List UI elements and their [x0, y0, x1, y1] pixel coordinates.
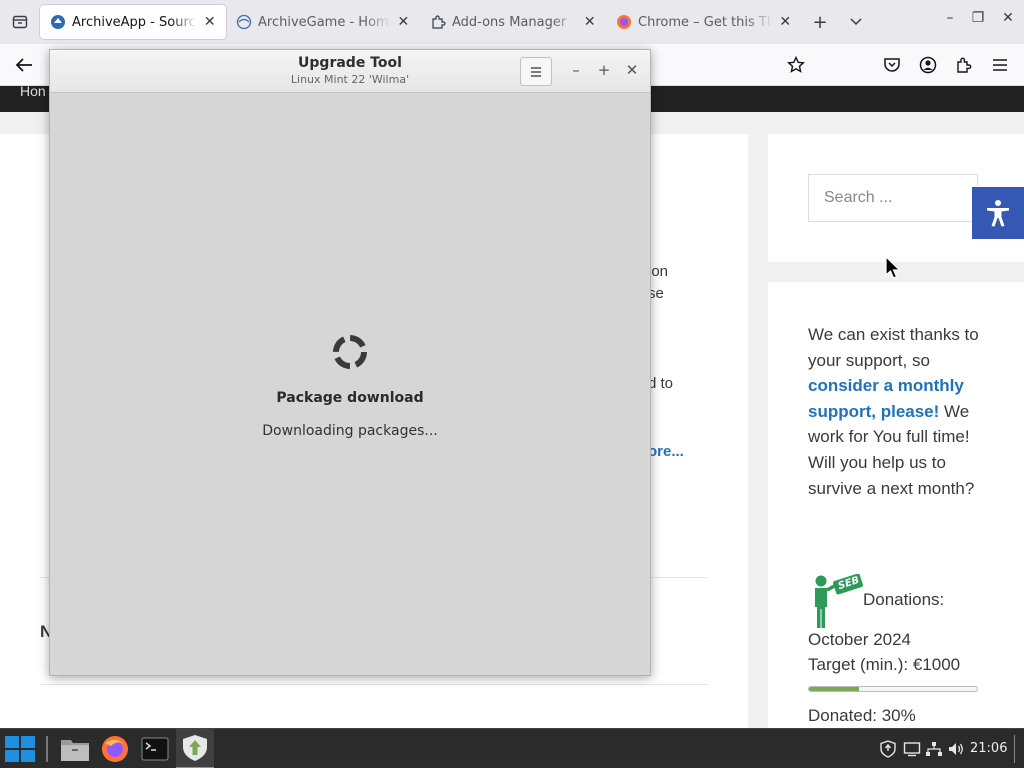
taskbar: 21:06	[0, 728, 1024, 768]
shield-upgrade-icon	[183, 735, 207, 761]
window-title: Upgrade Tool	[298, 55, 402, 71]
mouse-cursor-icon	[884, 255, 904, 285]
tab-archiveapp[interactable]: ArchiveApp - Source of ✕	[40, 5, 226, 39]
hamburger-menu-icon[interactable]	[990, 55, 1010, 75]
taskbar-separator	[46, 729, 48, 768]
donation-progress-fill	[809, 687, 860, 691]
accessibility-button[interactable]	[972, 187, 1024, 239]
firefox-icon	[102, 736, 128, 762]
donation-progress-bar	[808, 686, 978, 692]
close-tab-icon[interactable]: ✕	[397, 14, 410, 30]
tab-title: Add-ons Manager	[452, 14, 567, 30]
back-arrow-icon[interactable]	[14, 55, 34, 75]
tab-title: ArchiveGame - Home	[258, 14, 391, 30]
folder-icon	[61, 740, 89, 761]
account-icon[interactable]	[918, 55, 938, 75]
puzzle-favicon-icon	[430, 14, 446, 30]
download-status: Downloading packages...	[262, 423, 438, 439]
terminal-launcher[interactable]	[136, 729, 174, 768]
window-menu-button[interactable]	[520, 57, 552, 86]
file-manager-launcher[interactable]	[56, 729, 94, 768]
globe-favicon-icon	[236, 14, 252, 30]
close-icon[interactable]: ✕	[623, 61, 641, 79]
restore-window-icon[interactable]: ❐	[966, 10, 990, 26]
support-message: We can exist thanks to your support, so …	[808, 322, 998, 501]
new-tab-icon[interactable]: +	[802, 12, 838, 33]
close-window-icon[interactable]: ✕	[996, 10, 1020, 26]
windows-logo-icon	[5, 736, 35, 762]
archiveapp-favicon-icon	[50, 14, 66, 30]
volume-tray-icon[interactable]	[946, 739, 966, 759]
firefox-launcher[interactable]	[96, 729, 134, 768]
firefox-favicon-icon	[616, 14, 632, 30]
show-desktop-edge[interactable]	[1014, 735, 1015, 763]
close-tab-icon[interactable]: ✕	[779, 14, 792, 30]
text-fragment: ion	[648, 263, 669, 280]
donation-person-icon: SEB	[806, 573, 864, 634]
upgrade-tool-window: Upgrade Tool Linux Mint 22 'Wilma' – + ✕…	[49, 49, 651, 676]
download-heading: Package download	[276, 390, 424, 406]
pocket-icon[interactable]	[882, 55, 902, 75]
tab-chrome-theme[interactable]: Chrome – Get this The ✕	[606, 5, 802, 39]
nav-fragment[interactable]: Hon	[20, 83, 46, 99]
firefox-view-icon	[12, 15, 28, 29]
minimize-window-icon[interactable]: –	[938, 10, 962, 26]
search-input[interactable]: Search ...	[808, 174, 978, 222]
close-tab-icon[interactable]: ✕	[583, 14, 596, 30]
donation-period: October 2024	[808, 630, 912, 649]
donations-label: Donations:	[863, 590, 945, 609]
firefox-view-button[interactable]	[0, 0, 40, 44]
window-header-bar[interactable]: Upgrade Tool Linux Mint 22 'Wilma' – + ✕	[50, 50, 650, 93]
support-text: We can exist thanks to your support, so	[808, 325, 979, 370]
donation-target: Target (min.): €1000	[808, 655, 961, 674]
menu-icon	[531, 66, 541, 77]
loading-spinner-icon	[330, 332, 370, 376]
network-tray-icon[interactable]	[924, 739, 944, 759]
maximize-icon[interactable]: +	[595, 61, 613, 79]
extensions-icon[interactable]	[954, 55, 974, 75]
update-shield-tray-icon[interactable]	[878, 739, 898, 759]
minimize-icon[interactable]: –	[567, 61, 585, 79]
divider	[40, 684, 708, 685]
donated-amount: Donated: 30%	[808, 706, 916, 725]
terminal-icon	[141, 737, 169, 761]
system-clock[interactable]: 21:06	[970, 741, 1007, 756]
upgrade-tool-task[interactable]	[176, 729, 214, 768]
tab-title: Chrome – Get this The	[638, 14, 773, 30]
chevron-down-icon[interactable]	[838, 15, 874, 29]
start-menu-button[interactable]	[0, 729, 40, 768]
accessibility-person-icon	[987, 200, 1009, 227]
tab-archivegame[interactable]: ArchiveGame - Home ✕	[226, 5, 420, 39]
browser-tab-strip: ArchiveApp - Source of ✕ ArchiveGame - H…	[0, 0, 1024, 44]
tab-title: ArchiveApp - Source of	[72, 14, 197, 30]
text-fragment: d to	[648, 375, 674, 392]
bookmark-star-icon[interactable]	[786, 55, 806, 75]
display-tray-icon[interactable]	[902, 739, 922, 759]
tab-addons-manager[interactable]: Add-ons Manager ✕	[420, 5, 606, 39]
window-subtitle: Linux Mint 22 'Wilma'	[290, 73, 410, 86]
close-tab-icon[interactable]: ✕	[203, 14, 216, 30]
read-more-link[interactable]: ore...	[648, 443, 684, 460]
